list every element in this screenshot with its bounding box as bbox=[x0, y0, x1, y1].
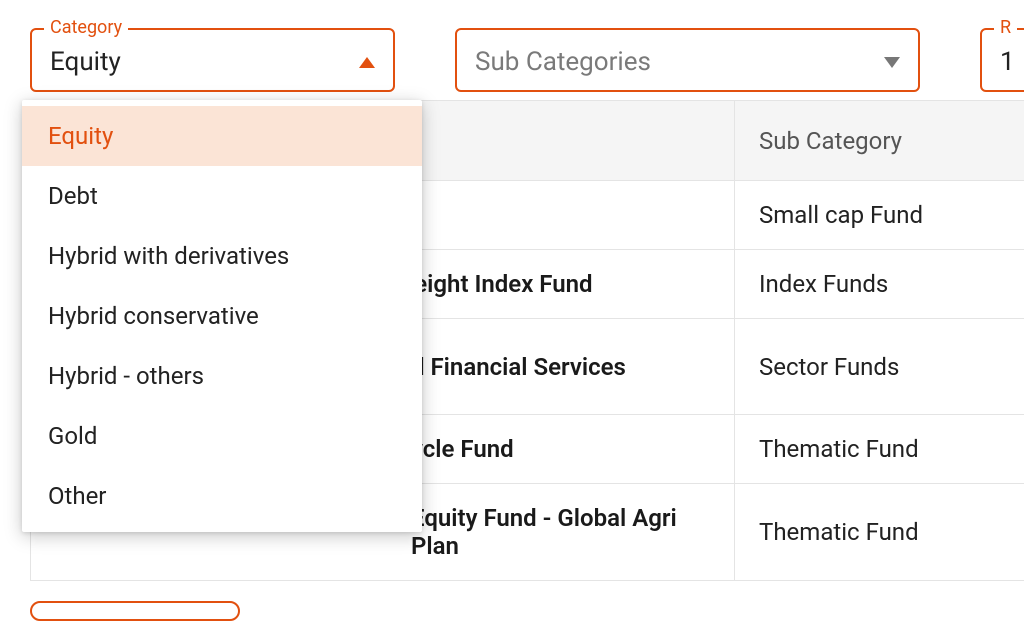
sub-categories-placeholder: Sub Categories bbox=[475, 47, 651, 77]
sub-category-cell: Sector Funds bbox=[735, 319, 1024, 415]
sub-category-cell: Small cap Fund bbox=[735, 181, 1024, 250]
category-option-gold[interactable]: Gold bbox=[22, 406, 422, 466]
returns-select-label: R bbox=[994, 17, 1017, 38]
category-select-label: Category bbox=[44, 17, 128, 38]
category-option-hybrid-conservative[interactable]: Hybrid conservative bbox=[22, 286, 422, 346]
category-option-hybrid-others[interactable]: Hybrid - others bbox=[22, 346, 422, 406]
sub-category-cell: Thematic Fund bbox=[735, 484, 1024, 581]
action-button[interactable] bbox=[30, 601, 240, 621]
sub-category-cell: Index Funds bbox=[735, 250, 1024, 319]
category-option-hybrid-derivatives[interactable]: Hybrid with derivatives bbox=[22, 226, 422, 286]
chevron-up-icon bbox=[359, 57, 375, 68]
category-option-other[interactable]: Other bbox=[22, 466, 422, 526]
category-select-value: Equity bbox=[50, 47, 121, 77]
chevron-down-icon bbox=[884, 57, 900, 68]
sub-categories-select[interactable]: Sub Categories bbox=[455, 28, 920, 92]
category-dropdown-panel: Equity Debt Hybrid with derivatives Hybr… bbox=[22, 100, 422, 532]
category-option-equity[interactable]: Equity bbox=[22, 106, 422, 166]
table-header-sub-category: Sub Category bbox=[735, 101, 1024, 181]
sub-category-cell: Thematic Fund bbox=[735, 415, 1024, 484]
category-option-debt[interactable]: Debt bbox=[22, 166, 422, 226]
returns-select-value: 1 bbox=[1000, 47, 1015, 77]
